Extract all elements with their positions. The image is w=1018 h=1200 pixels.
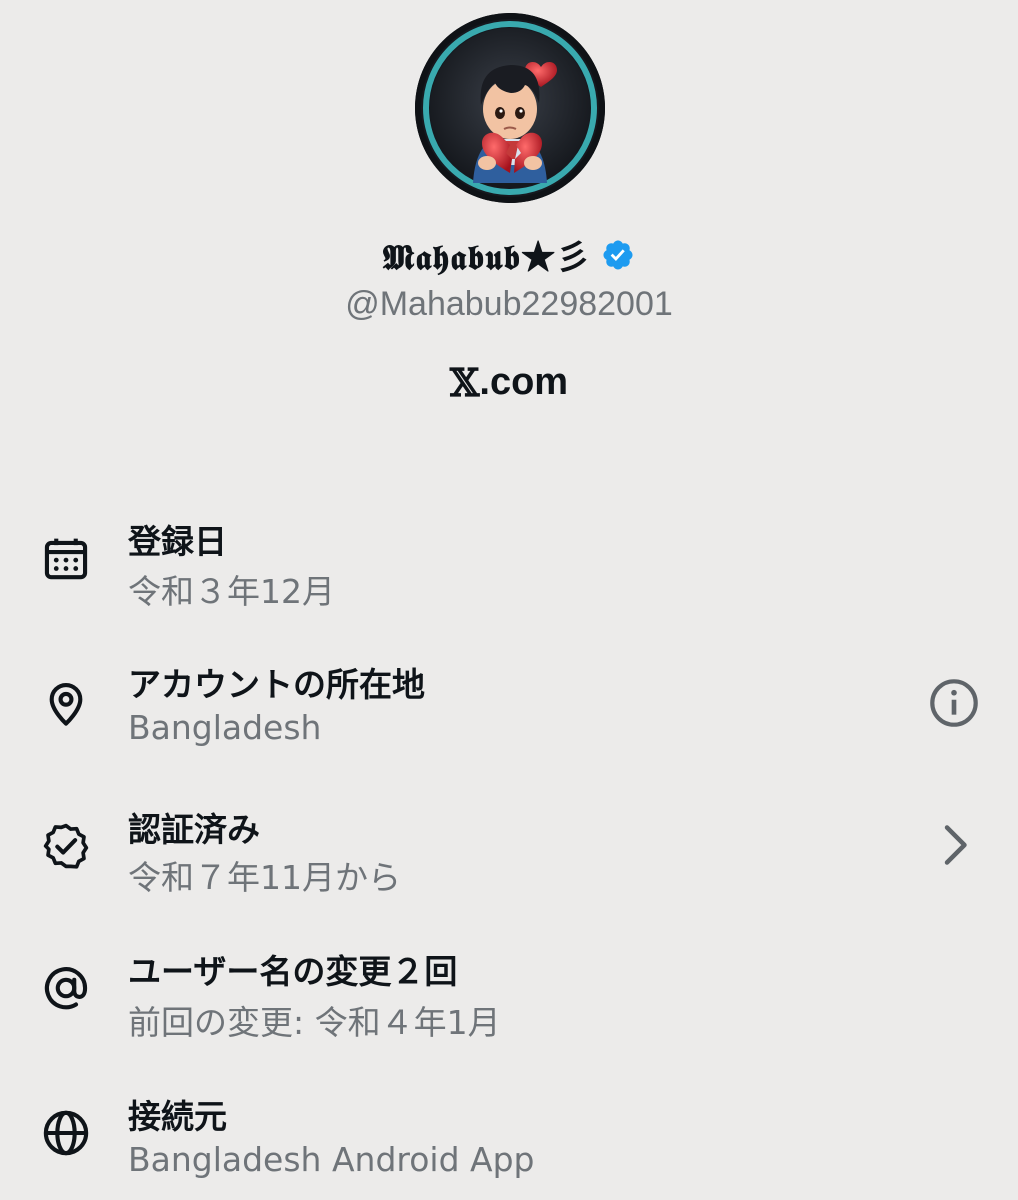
x-com-label: 𝕏 .com <box>0 360 1018 405</box>
username-changes-label: ユーザー名の変更２回 <box>128 952 458 991</box>
joined-value: 令和３年12月 <box>128 572 335 611</box>
verified-value: 令和７年11月から <box>128 858 401 897</box>
info-icon[interactable] <box>926 675 982 731</box>
info-row-joined: 登録日 令和３年12月 <box>0 505 1018 625</box>
avatar-image <box>423 21 597 195</box>
verified-check-icon <box>43 823 89 869</box>
verified-badge-icon[interactable] <box>601 238 635 272</box>
account-about-page: 𝕸𝖆𝖍𝖆𝖇𝖚𝖇★彡 @Mahabub22982001 𝕏 .com 登録日 令和… <box>0 0 1018 1200</box>
location-value: Bangladesh <box>128 708 322 747</box>
connected-from-label: 接続元 <box>128 1097 227 1136</box>
site-suffix: .com <box>479 361 569 403</box>
joined-label: 登録日 <box>128 522 227 561</box>
x-logo-glyph: 𝕏 <box>449 360 480 405</box>
chevron-right-icon[interactable] <box>926 817 982 873</box>
location-pin-icon <box>49 682 83 726</box>
info-row-verified[interactable]: 認証済み 令和７年11月から <box>0 795 1018 915</box>
username-changes-value: 前回の変更: 令和４年1月 <box>128 1003 501 1042</box>
info-row-location: アカウントの所在地 Bangladesh <box>0 650 1018 770</box>
profile-handle: @Mahabub22982001 <box>345 285 673 323</box>
profile-name-row: 𝕸𝖆𝖍𝖆𝖇𝖚𝖇★彡 <box>0 230 1018 279</box>
at-sign-icon <box>44 967 88 1010</box>
avatar[interactable] <box>415 13 605 203</box>
location-label: アカウントの所在地 <box>128 665 425 704</box>
display-name: 𝕸𝖆𝖍𝖆𝖇𝖚𝖇★彡 <box>382 238 592 278</box>
globe-icon <box>43 1110 89 1156</box>
calendar-icon <box>44 538 88 580</box>
connected-from-value: Bangladesh Android App <box>128 1140 535 1179</box>
info-row-username-changes: ユーザー名の変更２回 前回の変更: 令和４年1月 <box>0 940 1018 1060</box>
info-row-connected-from: 接続元 Bangladesh Android App <box>0 1085 1018 1200</box>
verified-label: 認証済み <box>128 810 260 849</box>
